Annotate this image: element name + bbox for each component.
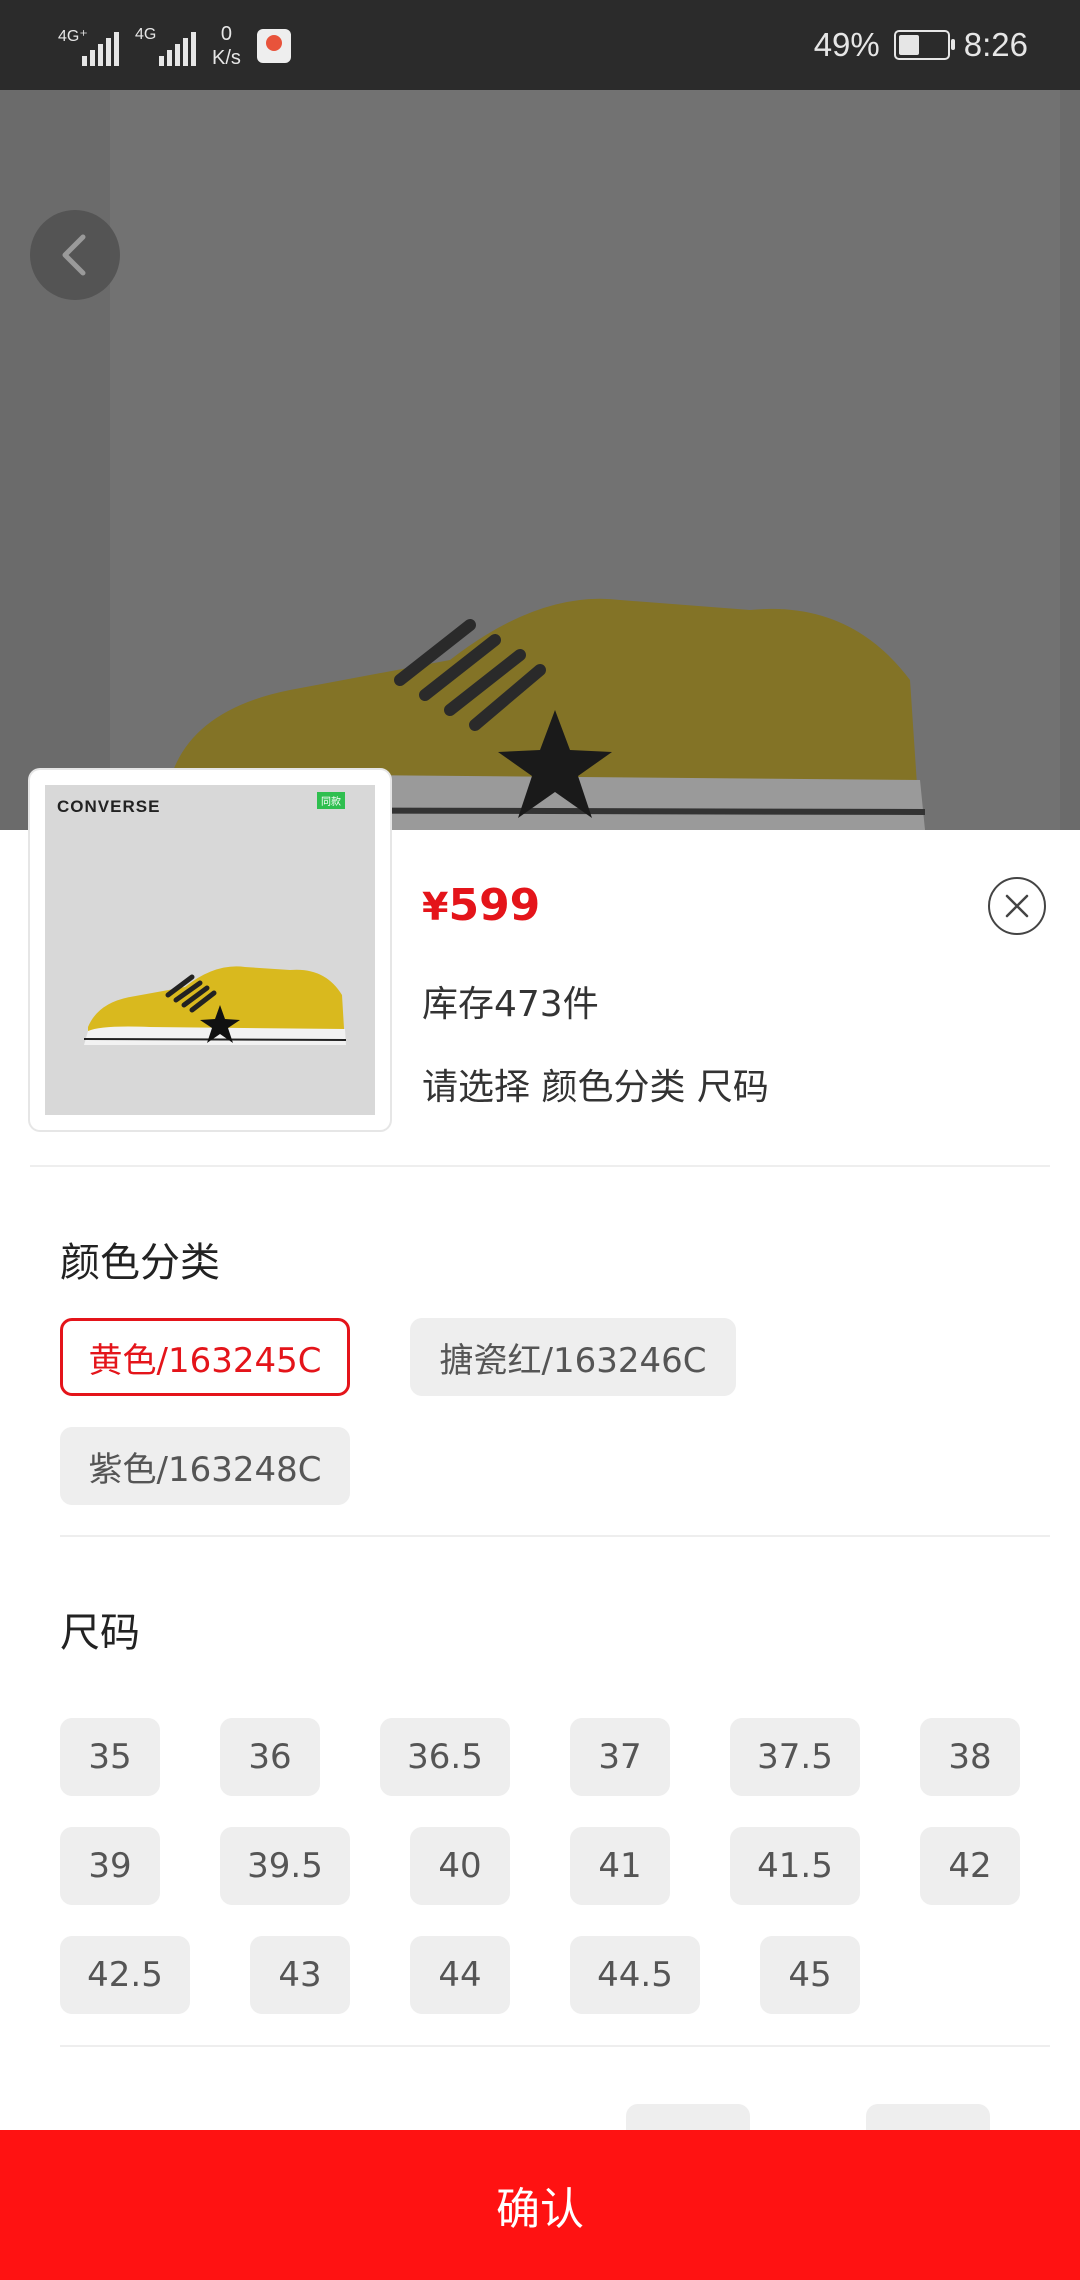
signal1-label: 4G⁺ [58, 28, 88, 45]
size-option[interactable]: 37.5 [730, 1718, 860, 1796]
divider [60, 1535, 1050, 1537]
signal-icon-2: 4G [135, 26, 196, 66]
size-option[interactable]: 35 [60, 1718, 160, 1796]
size-option[interactable]: 44 [410, 1936, 510, 2014]
size-option[interactable]: 38 [920, 1718, 1020, 1796]
speed-value: 0 [220, 23, 233, 45]
color-option-purple[interactable]: 紫色/163248C [60, 1427, 350, 1505]
size-option[interactable]: 44.5 [570, 1936, 700, 2014]
color-section-title: 颜色分类 [60, 1240, 220, 1286]
brand-logo: CONVERSE [57, 797, 161, 816]
back-arrow-icon [62, 234, 86, 276]
close-button[interactable] [988, 877, 1046, 935]
battery-percent: 49% [813, 26, 880, 63]
size-option[interactable]: 39.5 [220, 1827, 350, 1905]
thumbnail-shoe-image [83, 966, 347, 1045]
clock: 8:26 [963, 26, 1028, 63]
signal2-label: 4G [135, 26, 157, 43]
speed-unit: K/s [212, 47, 241, 69]
size-option[interactable]: 37 [570, 1718, 670, 1796]
size-option[interactable]: 36.5 [380, 1718, 510, 1796]
color-option-red[interactable]: 搪瓷红/163246C [410, 1318, 736, 1396]
currency-symbol: ¥ [422, 885, 449, 929]
product-thumbnail: CONVERSE 同款 [30, 770, 390, 1130]
same-style-badge: 同款 [317, 792, 345, 809]
size-option[interactable]: 41.5 [730, 1827, 860, 1905]
status-bar: 4G⁺ 4G 0 K/s 49% 8:26 [0, 0, 1080, 90]
product-hero-image [0, 90, 1080, 830]
close-icon [1005, 894, 1029, 918]
size-option[interactable]: 39 [60, 1827, 160, 1905]
selection-hint: 请选择 颜色分类 尺码 [422, 1067, 769, 1108]
size-section-title: 尺码 [60, 1610, 140, 1656]
size-option[interactable]: 42.5 [60, 1936, 190, 2014]
price-value: 599 [448, 880, 541, 931]
back-button[interactable] [30, 210, 120, 300]
divider [30, 1165, 1050, 1167]
notification-app-icon [256, 29, 291, 63]
stock-text: 库存473件 [422, 984, 599, 1025]
size-option[interactable]: 40 [410, 1827, 510, 1905]
battery-icon [893, 30, 955, 60]
signal-icon: 4G⁺ [58, 26, 119, 66]
size-option[interactable]: 36 [220, 1718, 320, 1796]
size-option[interactable]: 45 [760, 1936, 860, 2014]
size-option[interactable]: 42 [920, 1827, 1020, 1905]
product-price: ¥599 [422, 880, 540, 931]
size-option[interactable]: 41 [570, 1827, 670, 1905]
size-option[interactable]: 43 [250, 1936, 350, 2014]
divider [60, 2045, 1050, 2047]
color-option-yellow[interactable]: 黄色/163245C [60, 1318, 350, 1396]
network-speed: 0 K/s [212, 22, 241, 70]
confirm-button[interactable]: 确认 [0, 2130, 1080, 2280]
